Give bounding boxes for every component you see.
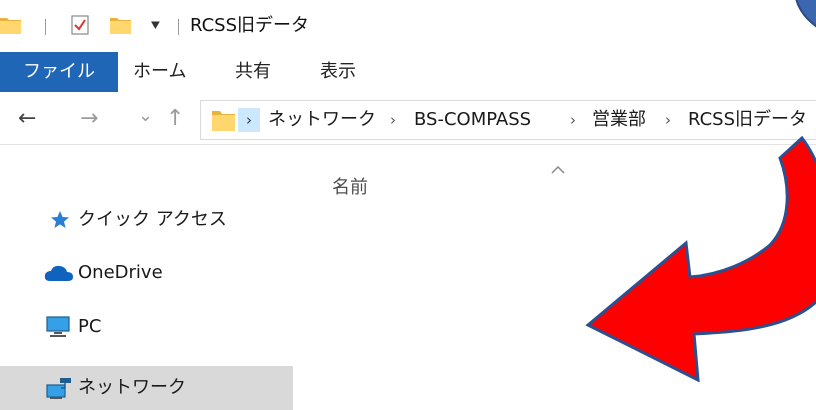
- breadcrumb-separator[interactable]: ›: [665, 108, 671, 132]
- new-folder-icon[interactable]: [110, 16, 131, 34]
- toolbar-separator: [45, 19, 46, 35]
- properties-icon[interactable]: [71, 15, 89, 35]
- nav-item-onedrive[interactable]: OneDrive: [0, 250, 293, 294]
- breadcrumb-server[interactable]: BS-COMPASS: [414, 108, 531, 132]
- nav-item-label: PC: [78, 316, 102, 337]
- up-button[interactable]: ↑: [166, 107, 184, 131]
- tab-file[interactable]: ファイル: [0, 52, 118, 92]
- title-bar: ⯆ RCSS旧データ: [0, 0, 816, 50]
- navigation-pane: クイック アクセス OneDrive PC ネットワーク: [0, 145, 300, 410]
- sort-ascending-icon: [551, 166, 565, 174]
- monitor-icon: [46, 316, 70, 337]
- breadcrumb-separator[interactable]: ›: [390, 108, 396, 132]
- star-icon: [51, 211, 69, 228]
- breadcrumb-department[interactable]: 営業部: [592, 108, 646, 132]
- back-button[interactable]: ←: [18, 107, 36, 131]
- nav-item-network[interactable]: ネットワーク: [0, 366, 293, 410]
- red-curved-arrow: [585, 135, 816, 383]
- nav-item-label: ネットワーク: [78, 377, 186, 398]
- nav-item-label: クイック アクセス: [78, 209, 227, 230]
- folder-icon: [212, 111, 235, 131]
- column-header-name[interactable]: 名前: [332, 176, 368, 200]
- breadcrumb-current-folder[interactable]: RCSS旧データ: [688, 108, 807, 132]
- address-root-chevron[interactable]: ›: [238, 108, 260, 132]
- tab-home[interactable]: ホーム: [133, 52, 186, 92]
- nav-item-pc[interactable]: PC: [0, 305, 293, 349]
- cloud-icon: [44, 265, 73, 281]
- toolbar-separator: [178, 19, 179, 35]
- nav-item-quick-access[interactable]: クイック アクセス: [0, 198, 293, 242]
- breadcrumb-network[interactable]: ネットワーク: [268, 108, 376, 132]
- window-title: RCSS旧データ: [190, 15, 310, 36]
- customize-toolbar-dropdown[interactable]: ⯆: [149, 16, 162, 36]
- recent-locations-button[interactable]: ⌄: [138, 104, 153, 128]
- ribbon: [0, 50, 816, 90]
- network-icon: [46, 378, 71, 399]
- forward-button[interactable]: →: [80, 107, 98, 131]
- breadcrumb-separator[interactable]: ›: [570, 108, 576, 132]
- tab-share[interactable]: 共有: [235, 52, 271, 92]
- folder-icon[interactable]: [0, 16, 21, 34]
- tab-view[interactable]: 表示: [320, 52, 356, 92]
- nav-item-label: OneDrive: [78, 262, 163, 283]
